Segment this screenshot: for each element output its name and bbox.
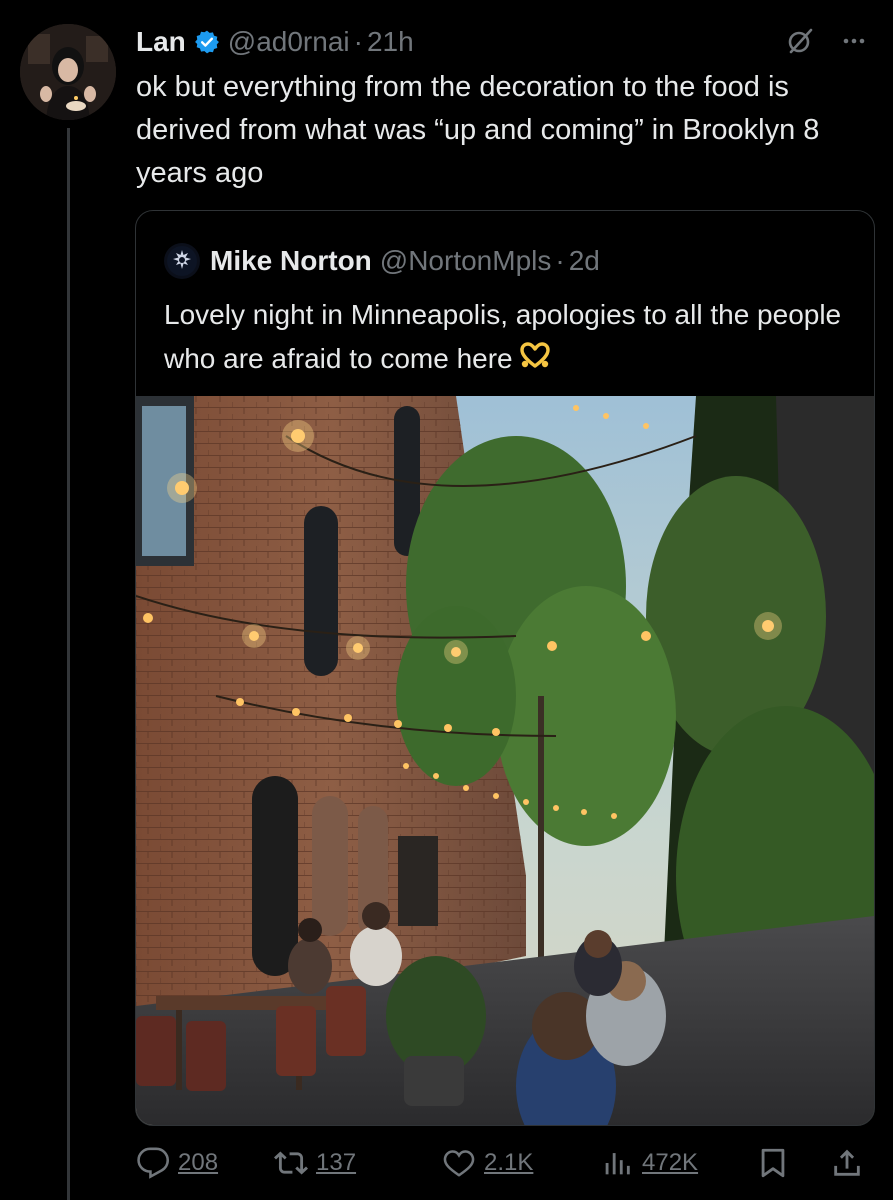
repost-count: 137 [316, 1149, 357, 1176]
reply-icon [137, 1147, 170, 1179]
like-count: 2.1K [484, 1149, 534, 1176]
verified-badge-icon [194, 29, 220, 55]
quoted-author-handle[interactable]: @NortonMpls [380, 245, 552, 277]
more-options-icon[interactable] [839, 26, 869, 61]
repost-button[interactable]: 137 [274, 1146, 356, 1180]
heart-icon [443, 1150, 475, 1177]
heart-hands-icon [519, 339, 551, 383]
tweet-header-actions [785, 26, 869, 61]
author-name[interactable]: Lan [136, 26, 186, 58]
separator-dot: · [353, 26, 363, 57]
bookmark-icon [761, 1148, 785, 1178]
share-button[interactable] [830, 1146, 864, 1180]
views-chart-icon [605, 1153, 630, 1175]
quoted-avatar[interactable] [164, 243, 200, 279]
tweet-action-bar: 208 137 2.1K 472K [136, 1140, 872, 1184]
like-button[interactable]: 2.1K [442, 1146, 533, 1180]
quoted-separator-dot: · [555, 245, 565, 276]
quoted-tweet-card[interactable]: Mike Norton @NortonMpls · 2d Lovely nigh… [135, 210, 875, 1126]
quoted-timestamp[interactable]: 2d [569, 245, 600, 277]
quoted-tweet-header: Mike Norton @NortonMpls · 2d [164, 243, 600, 279]
author-handle[interactable]: @ad0rnai [228, 26, 350, 58]
reply-button[interactable]: 208 [136, 1146, 218, 1180]
avatar[interactable] [20, 24, 116, 120]
repost-icon [274, 1151, 308, 1175]
quoted-tweet-text: Lovely night in Minneapolis, apologies t… [164, 299, 842, 374]
patio-photo-image [136, 396, 874, 1125]
tweet-text: ok but everything from the decoration to… [136, 71, 820, 189]
share-icon [834, 1149, 860, 1176]
quoted-author-name[interactable]: Mike Norton [210, 245, 372, 277]
views-count: 472K [642, 1149, 699, 1176]
views-button[interactable]: 472K [600, 1146, 698, 1180]
quoted-tweet-text-block: Lovely night in Minneapolis, apologies t… [164, 293, 854, 383]
avatar-image [20, 24, 116, 120]
thread-connector-line [67, 128, 70, 1200]
bookmark-button[interactable] [756, 1146, 790, 1180]
reply-count: 208 [178, 1149, 219, 1176]
tweet-timestamp[interactable]: 21h [367, 26, 414, 58]
tweet-header: Lan @ad0rnai · 21h [136, 22, 414, 62]
grok-icon[interactable] [785, 26, 815, 61]
quoted-avatar-icon [167, 246, 197, 276]
quoted-tweet-photo[interactable] [136, 396, 874, 1125]
